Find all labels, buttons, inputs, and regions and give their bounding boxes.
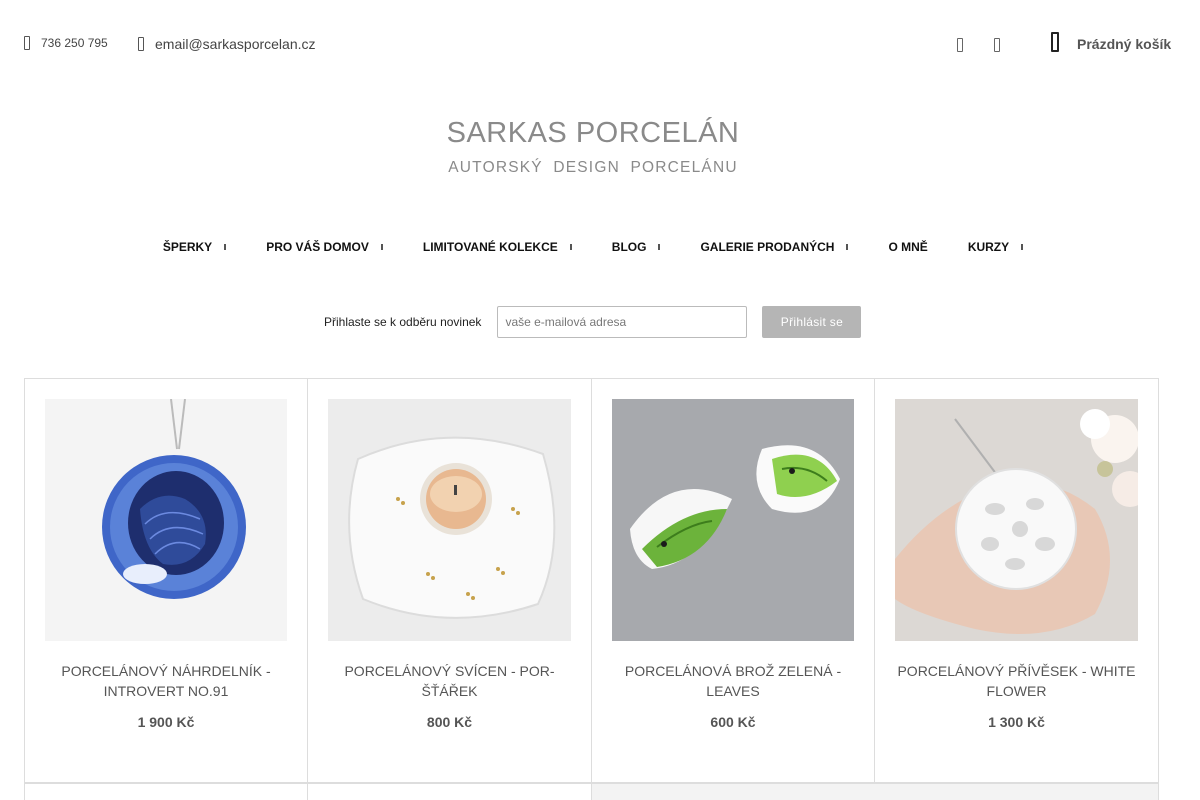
email-icon: [138, 37, 144, 51]
product-image-necklace[interactable]: [45, 399, 287, 641]
chevron-down-icon: [569, 244, 572, 250]
chevron-down-icon: [658, 244, 661, 250]
cart-label[interactable]: Prázdný košík: [1077, 36, 1171, 52]
nav-item-label: GALERIE PRODANÝCH: [700, 240, 835, 254]
product-card-next-row: [308, 783, 592, 800]
chevron-down-icon: [224, 244, 227, 250]
nav-item-galerie-prodanych[interactable]: GALERIE PRODANÝCH: [700, 240, 849, 254]
nav-item-label: LIMITOVANÉ KOLEKCE: [422, 240, 558, 254]
main-nav: ŠPERKY PRO VÁŠ DOMOV LIMITOVANÉ KOLEKCE …: [0, 240, 1186, 254]
product-card-next-row: [592, 783, 1159, 800]
nav-item-sperky[interactable]: ŠPERKY: [162, 240, 227, 254]
phone-icon: [24, 36, 30, 50]
nav-item-kurzy[interactable]: KURZY: [967, 240, 1024, 254]
product-price: 600 Kč: [710, 714, 756, 730]
newsletter-email-input[interactable]: [497, 306, 748, 338]
cart-icon: [1051, 32, 1059, 52]
product-image-brooch[interactable]: [612, 399, 854, 641]
email-contact[interactable]: email@sarkasporcelan.cz: [138, 36, 316, 52]
top-bar: 736 250 795 email@sarkasporcelan.cz Práz…: [0, 0, 1200, 90]
nav-item-label: ŠPERKY: [162, 240, 213, 254]
product-price: 800 Kč: [426, 714, 473, 730]
logo-title: SARKAS PORCELÁN: [446, 117, 740, 149]
product-card[interactable]: PORCELÁNOVÝ NÁHRDELNÍK - INTROVERT NO.91…: [25, 379, 308, 783]
newsletter-form: Přihlaste se k odběru novinek Přihlásit …: [324, 306, 862, 338]
product-price: 1 900 Kč: [137, 714, 195, 730]
cart-link[interactable]: Prázdný košík: [1051, 32, 1171, 52]
newsletter-label: Přihlaste se k odběru novinek: [324, 315, 482, 329]
nav-item-label: O MNĚ: [888, 240, 928, 254]
product-price: 1 300 Kč: [988, 714, 1045, 730]
nav-item-o-mne[interactable]: O MNĚ: [888, 240, 927, 254]
product-card[interactable]: PORCELÁNOVÁ BROŽ ZELENÁ - LEAVES 600 Kč: [592, 379, 875, 783]
product-name[interactable]: PORCELÁNOVÝ PŘÍVĚSEK - WHITE FLOWER: [885, 661, 1148, 701]
user-icon[interactable]: [957, 38, 963, 52]
site-logo[interactable]: SARKAS PORCELÁN AUTORSKÝ DESIGN PORCELÁN…: [0, 116, 1186, 177]
product-image-candleholder[interactable]: [328, 399, 571, 641]
product-card[interactable]: PORCELÁNOVÝ SVÍCEN - POR-ŠŤÁŘEK 800 Kč: [308, 379, 592, 783]
nav-item-label: BLOG: [611, 240, 647, 254]
product-image-pendant[interactable]: [895, 399, 1138, 641]
logo-subtitle: AUTORSKÝ DESIGN PORCELÁNU: [448, 159, 738, 176]
product-name[interactable]: PORCELÁNOVÁ BROŽ ZELENÁ - LEAVES: [602, 661, 864, 701]
nav-item-limitovane-kolekce[interactable]: LIMITOVANÉ KOLEKCE: [423, 240, 572, 254]
product-name[interactable]: PORCELÁNOVÝ NÁHRDELNÍK - INTROVERT NO.91: [35, 661, 297, 701]
newsletter-subscribe-button[interactable]: Přihlásit se: [762, 306, 862, 338]
product-card[interactable]: PORCELÁNOVÝ PŘÍVĚSEK - WHITE FLOWER 1 30…: [875, 379, 1159, 783]
nav-item-label: KURZY: [967, 240, 1010, 254]
phone-number[interactable]: 736 250 795: [41, 36, 108, 50]
nav-item-pro-vas-domov[interactable]: PRO VÁŠ DOMOV: [266, 240, 383, 254]
nav-item-label: PRO VÁŠ DOMOV: [266, 240, 369, 254]
heart-icon[interactable]: [994, 38, 1000, 52]
product-card-next-row: [25, 783, 308, 800]
phone-contact[interactable]: 736 250 795: [24, 36, 108, 50]
nav-item-blog[interactable]: BLOG: [612, 240, 661, 254]
chevron-down-icon: [380, 244, 383, 250]
product-name[interactable]: PORCELÁNOVÝ SVÍCEN - POR-ŠŤÁŘEK: [318, 661, 581, 701]
chevron-down-icon: [846, 244, 849, 250]
email-address[interactable]: email@sarkasporcelan.cz: [155, 36, 316, 52]
chevron-down-icon: [1021, 244, 1024, 250]
product-grid: PORCELÁNOVÝ NÁHRDELNÍK - INTROVERT NO.91…: [24, 378, 1159, 800]
